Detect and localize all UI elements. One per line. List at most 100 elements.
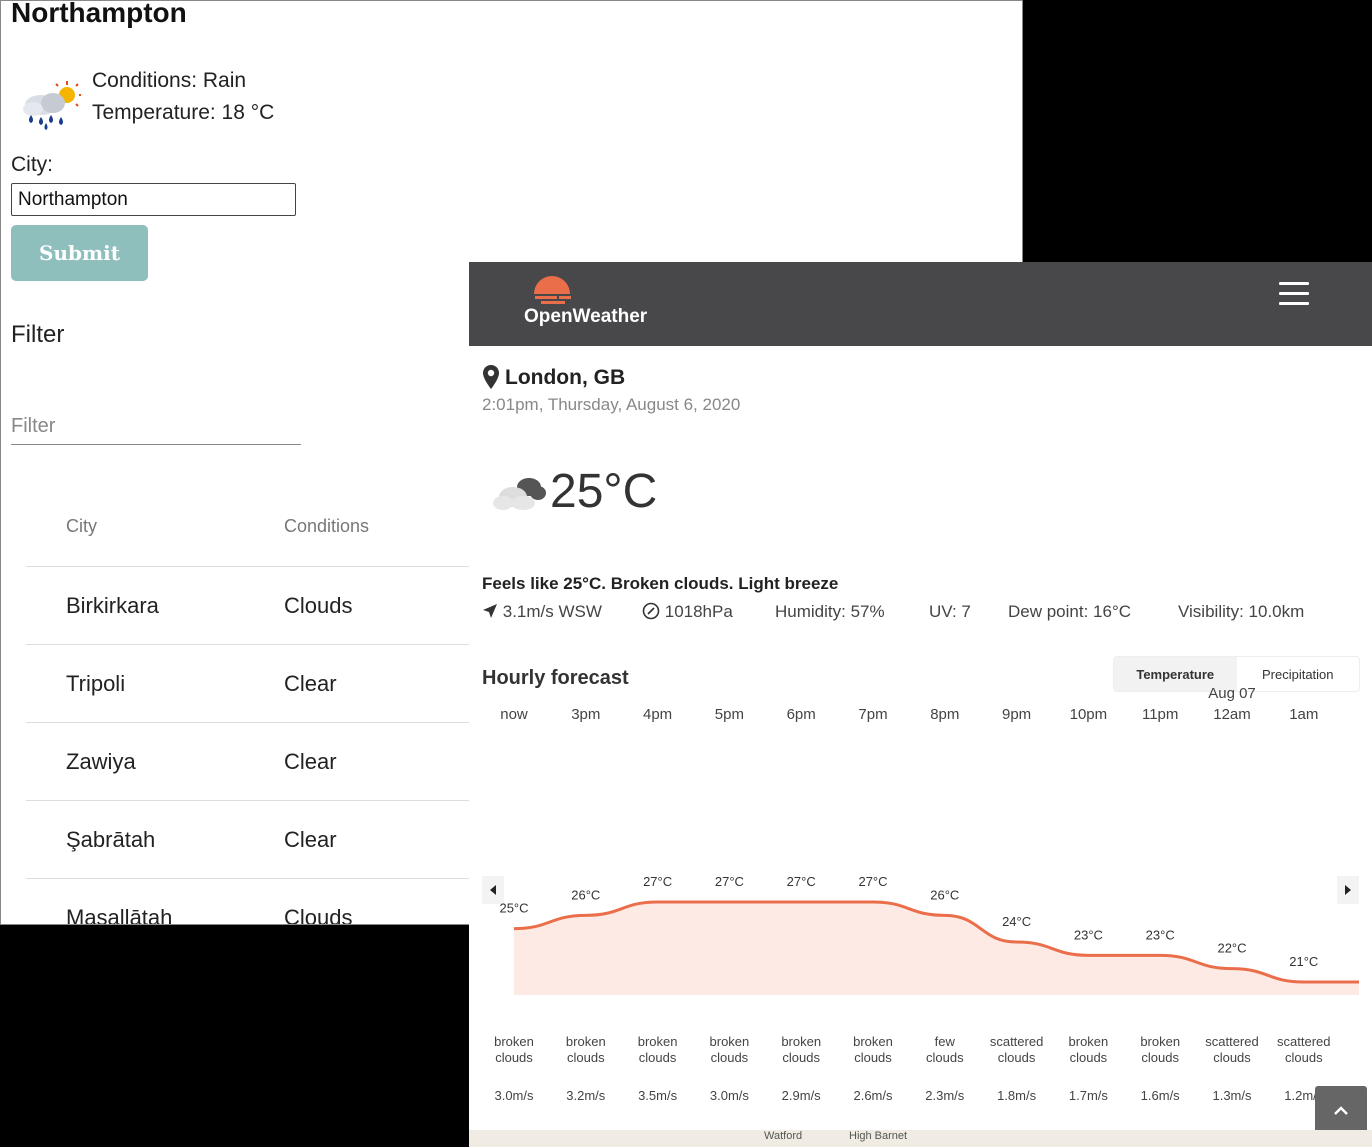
weather-summary: Feels like 25°C. Broken clouds. Light br… [482,574,839,593]
temperature-point-label: 25°C [499,901,528,916]
hour-time: 9pm [1002,706,1032,723]
hourly-description: broken clouds [1068,1034,1109,1065]
hourly-temperature-chart: 25°C 26°C 27°C 27°C 27°C 27°C 26°C 24°C 23°C 23°C… [499,874,1359,995]
hour-time: now [500,706,528,723]
current-temperature: Temperature: 18 °C [92,101,275,124]
hour-time: 11pm [1141,706,1179,723]
hourly-description: broken clouds [565,1034,606,1065]
hour-time: 3pm [571,706,601,723]
submit-button[interactable]: Submit [11,225,148,281]
hour-time: 5pm [714,706,744,723]
location-pin-icon [483,365,499,389]
city-cell: Şabrātah [26,800,284,879]
wind-value: 3.1m/s WSW [502,602,602,621]
pressure-value: 1018hPa [664,602,733,621]
visibility-stat: Visibility: 10.0km [1178,602,1305,621]
temperature-point-label: 21°C [1289,954,1318,969]
hour-label: 8pm [909,704,981,725]
hour-time: 1am [1289,706,1319,723]
hour-time: 12am [1213,706,1251,723]
map-label-high-barnet: High Barnet [849,1130,908,1142]
hour-time: 7pm [858,706,888,723]
navbar: OpenWeather [469,262,1372,346]
humidity-stat: Humidity: 57% [775,602,885,621]
broken-clouds-icon [493,478,546,510]
temperature-point-label: 26°C [930,887,959,902]
hourly-wind: 2.6m/s [853,1088,893,1103]
temperature-point-label: 22°C [1217,941,1246,956]
hourly-wind: 1.7m/s [1068,1088,1108,1103]
hourly-wind: 1.6m/s [1140,1088,1180,1103]
city-input[interactable] [11,183,296,216]
hourly-description: few clouds [926,1034,964,1065]
hourly-description: scattered clouds [1205,1034,1259,1065]
hour-label: 1am [1268,704,1340,725]
current-temperature-large: 25°C [550,465,658,518]
hourly-description: broken clouds [709,1034,750,1065]
hourly-forecast-title: Hourly forecast [482,667,629,689]
brand-name[interactable]: OpenWeather [524,306,647,328]
temperature-point-label: 27°C [715,874,744,889]
hourly-description: scattered clouds [1277,1034,1331,1065]
current-conditions: Conditions: Rain [92,69,247,92]
hour-label: 9pm [981,704,1053,725]
map-preview[interactable]: Watford High Barnet [469,1130,1372,1147]
temperature-point-label: 23°C [1074,927,1103,942]
hour-date: Aug 07 [1208,685,1256,702]
temperature-point-label: 27°C [858,874,887,889]
city-cell: Masallātah [26,878,284,924]
wind-direction-icon [483,604,497,618]
hourly-wind: 3.2m/s [566,1088,606,1103]
hourly-description: broken clouds [637,1034,678,1065]
openweather-window: OpenWeather London, GB 2:01pm, Thursday,… [469,262,1372,1147]
hour-label: 3pm [550,704,622,725]
hour-time: 6pm [786,706,816,723]
scroll-to-top-button[interactable] [1315,1086,1367,1134]
hourly-wind: 1.8m/s [997,1088,1037,1103]
city-cell: Birkirkara [26,566,284,645]
temperature-point-label: 23°C [1146,927,1175,942]
hourly-description: broken clouds [853,1034,893,1065]
dew-point-stat: Dew point: 16°C [1008,602,1132,621]
hour-label: 10pm [1052,704,1124,725]
hour-time: 8pm [930,706,960,723]
hour-label: 6pm [765,704,837,725]
city-cell: Tripoli [26,644,284,723]
page-title: Northampton [11,0,187,28]
hour-time: 10pm [1069,706,1108,723]
hourly-wind: 3.0m/s [494,1088,534,1103]
hour-label: 5pm [693,704,765,725]
hour-time: 4pm [643,706,673,723]
column-header-city[interactable]: City [26,486,284,567]
pressure-stat: 1018hPa [642,602,733,622]
hourly-wind: 2.3m/s [925,1088,965,1103]
city-label: City: [11,153,53,176]
hamburger-menu-icon[interactable] [1279,282,1309,308]
hourly-wind: 3.5m/s [638,1088,678,1103]
map-label-watford: Watford [764,1130,803,1142]
temperature-point-label: 27°C [787,874,816,889]
pressure-gauge-icon [642,602,660,620]
hour-label: 7pm [837,704,909,725]
uv-stat: UV: 7 [929,602,971,621]
hour-label: now [478,704,550,725]
hourly-wind: 1.3m/s [1212,1088,1252,1103]
hourly-description: scattered clouds [989,1034,1044,1065]
hourly-description: broken clouds [494,1034,534,1065]
hourly-wind: 2.9m/s [781,1088,821,1103]
chevron-up-icon [1334,1106,1348,1115]
city-cell: Zawiya [26,722,284,801]
filter-input[interactable] [11,409,301,445]
wind-stat: 3.1m/s WSW [482,602,602,622]
hourly-description: broken clouds [1140,1034,1181,1065]
location-name: London, GB [505,366,626,389]
hour-label: Aug 07 12am [1196,683,1268,725]
temperature-point-label: 24°C [1002,914,1031,929]
current-datetime: 2:01pm, Thursday, August 6, 2020 [482,395,741,414]
hour-label: 11pm [1124,704,1196,725]
temperature-point-label: 26°C [571,887,600,902]
temperature-point-label: 27°C [643,874,672,889]
hour-label: 4pm [622,704,694,725]
hourly-description: broken clouds [781,1034,822,1065]
hourly-wind: 3.0m/s [709,1088,749,1103]
